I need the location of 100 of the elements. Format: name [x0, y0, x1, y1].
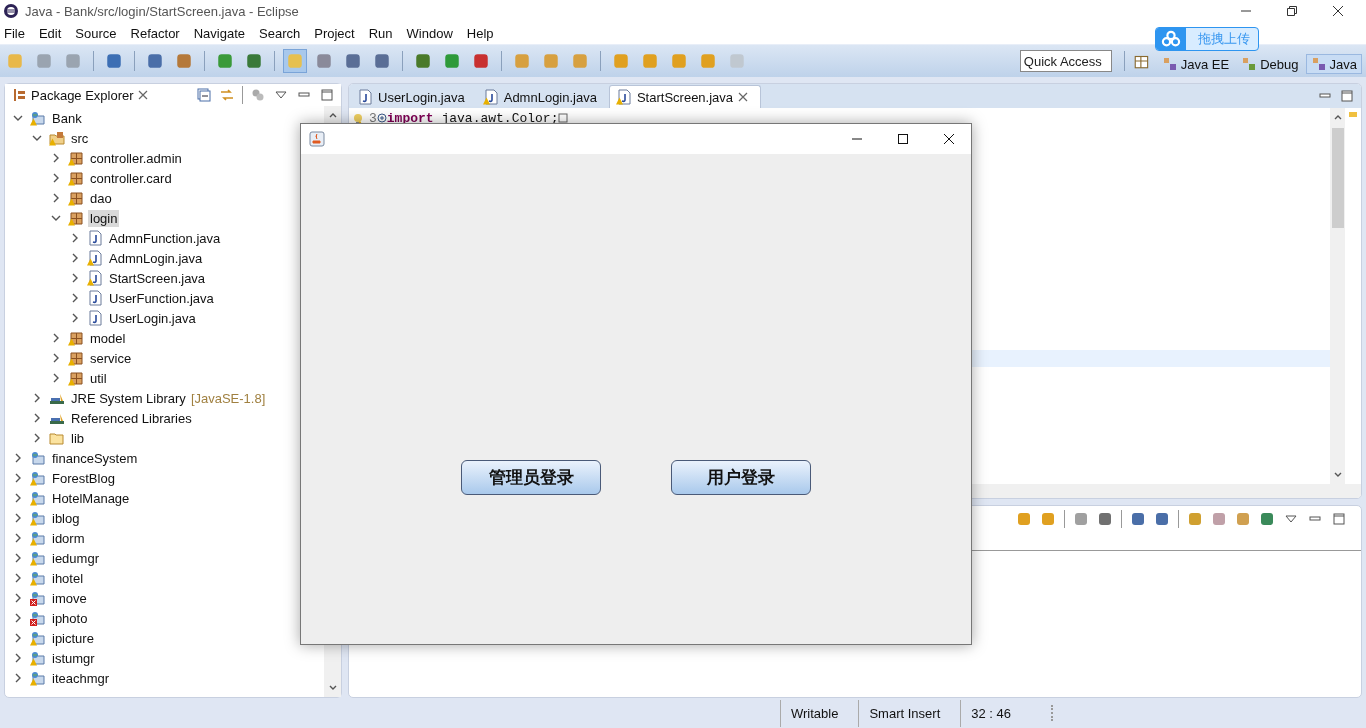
tree-item[interactable]: istumgr [50, 649, 97, 667]
expand-chevron-icon[interactable] [13, 533, 23, 543]
expand-chevron-icon[interactable] [13, 453, 23, 463]
perspective-button[interactable]: Debug [1236, 54, 1304, 74]
perspective-button[interactable]: Java [1305, 54, 1362, 74]
tree-item[interactable]: controller.admin [88, 149, 184, 167]
tree-item[interactable]: dao [88, 189, 114, 207]
menu-item[interactable]: Edit [38, 25, 62, 41]
expand-chevron-icon[interactable] [13, 513, 23, 523]
expand-chevron-icon[interactable] [51, 353, 61, 363]
expand-chevron-icon[interactable] [32, 433, 42, 443]
tree-item[interactable]: imove [50, 589, 89, 607]
menu-item[interactable]: Source [75, 25, 117, 41]
tree-item[interactable]: Referenced Libraries [69, 409, 194, 427]
package-explorer-icon [11, 87, 27, 103]
perspective-icon [1161, 56, 1178, 72]
expand-chevron-icon[interactable] [51, 173, 61, 183]
tree-item[interactable]: HotelManage [50, 489, 132, 507]
tree-item[interactable]: UserFunction.java [107, 289, 216, 307]
expand-chevron-icon[interactable] [51, 373, 61, 383]
tree-item[interactable]: lib [69, 429, 86, 447]
tree-item[interactable]: controller.card [88, 169, 174, 187]
tree-item[interactable]: ipicture [50, 629, 96, 647]
perspective-icon [1310, 56, 1327, 72]
expand-chevron-icon[interactable] [51, 333, 61, 343]
line-number: 3 [369, 110, 377, 126]
tree-item-decoration: [JavaSE-1.8] [190, 390, 266, 406]
tree-item[interactable]: src [69, 129, 91, 147]
expand-chevron-icon[interactable] [13, 473, 23, 483]
restore-icon[interactable] [1286, 5, 1298, 17]
collapse-chevron-icon[interactable] [32, 133, 42, 143]
fold-plus-icon[interactable] [376, 113, 387, 123]
login-button[interactable]: 管理员登录 [461, 460, 601, 495]
tree-item[interactable]: UserLogin.java [107, 309, 198, 327]
expand-chevron-icon[interactable] [13, 673, 23, 683]
tree-item[interactable]: financeSystem [50, 449, 140, 467]
expand-chevron-icon[interactable] [70, 233, 80, 243]
perspective-icon [1241, 56, 1258, 72]
link-editor-icon[interactable] [219, 87, 235, 103]
editor-tab[interactable]: UserLogin.java [351, 86, 477, 108]
tree-item[interactable]: ForestBlog [50, 469, 117, 487]
expand-chevron-icon[interactable] [70, 313, 80, 323]
menu-item[interactable]: Help [466, 25, 494, 41]
expand-chevron-icon[interactable] [32, 413, 42, 423]
expand-chevron-icon[interactable] [13, 653, 23, 663]
tree-item[interactable]: JRE System Library [69, 389, 188, 407]
scrollbar-thumb[interactable] [1331, 128, 1344, 228]
expand-chevron-icon[interactable] [51, 193, 61, 203]
login-button[interactable]: 用户登录 [671, 460, 811, 495]
tree-item[interactable]: StartScreen.java [107, 269, 208, 287]
tree-item[interactable]: AdmnFunction.java [107, 229, 223, 247]
expand-chevron-icon[interactable] [13, 633, 23, 643]
expand-chevron-icon[interactable] [13, 493, 23, 503]
code-line: import java.awt.Color; [386, 110, 559, 126]
window-title: Java - Bank/src/login/StartScreen.java - Eclipse [25, 3, 299, 19]
expand-chevron-icon[interactable] [70, 293, 80, 303]
tree-item[interactable]: idorm [50, 529, 87, 547]
quick-access-field[interactable]: Quick Access [1019, 50, 1112, 72]
editor-tab[interactable]: AdmnLogin.java [476, 86, 609, 108]
expand-chevron-icon[interactable] [13, 593, 23, 603]
tree-item[interactable]: iphoto [50, 609, 90, 627]
menu-item[interactable]: Navigate [193, 25, 245, 41]
menu-item[interactable]: Project [314, 25, 355, 41]
tree-item[interactable]: Bank [50, 109, 84, 127]
editor-tab[interactable]: StartScreen.java [608, 85, 762, 108]
tree-item[interactable]: iedumgr [50, 549, 101, 567]
tree-item[interactable]: iblog [50, 509, 82, 527]
expand-chevron-icon[interactable] [70, 273, 80, 283]
tree-item[interactable]: ihotel [50, 569, 86, 587]
maximize-icon[interactable] [897, 133, 909, 145]
status-field: Writable [780, 699, 849, 727]
filter-icon[interactable] [250, 87, 266, 103]
tree-item[interactable]: service [88, 349, 134, 367]
menu-item[interactable]: Search [259, 25, 301, 41]
collapse-chevron-icon[interactable] [13, 113, 23, 123]
app-icon [3, 3, 19, 19]
tree-item[interactable]: model [88, 329, 128, 347]
expand-chevron-icon[interactable] [13, 613, 23, 623]
menu-item[interactable]: Refactor [130, 25, 180, 41]
collapse-chevron-icon[interactable] [51, 213, 61, 223]
status-field: 32 : 46 [960, 699, 1021, 727]
java-cup-icon [309, 131, 325, 147]
tree-item[interactable]: util [88, 369, 109, 387]
close-icon[interactable] [1332, 5, 1344, 17]
menu-item[interactable]: File [4, 25, 25, 41]
menu-item[interactable]: Window [406, 25, 453, 41]
perspective-button[interactable]: Java EE [1156, 54, 1235, 74]
expand-chevron-icon[interactable] [13, 553, 23, 563]
expand-chevron-icon[interactable] [32, 393, 42, 403]
tree-item[interactable]: iteachmgr [50, 669, 112, 687]
expand-chevron-icon[interactable] [70, 253, 80, 263]
scrollbar[interactable] [1330, 108, 1345, 484]
tree-item[interactable]: AdmnLogin.java [107, 249, 205, 267]
panel-title[interactable]: Package Explorer [31, 87, 134, 103]
expand-chevron-icon[interactable] [51, 153, 61, 163]
tree-item[interactable]: login [88, 209, 120, 227]
close-icon[interactable] [943, 133, 955, 145]
expand-chevron-icon[interactable] [13, 573, 23, 583]
menu-item[interactable]: Run [368, 25, 393, 41]
status-field: Smart Insert [858, 699, 951, 727]
